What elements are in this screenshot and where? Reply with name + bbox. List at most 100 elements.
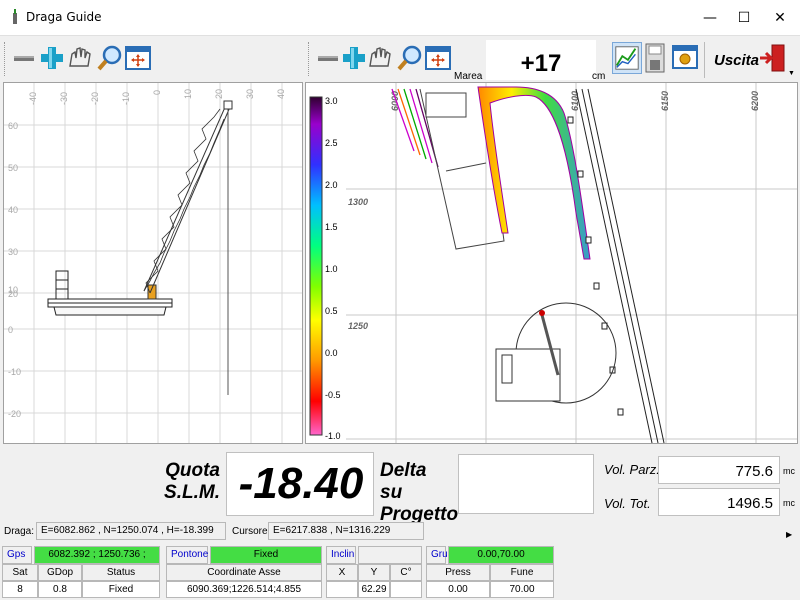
gps-gdop-value: 0.8 — [38, 581, 82, 598]
gru-header-fune: Fune — [490, 564, 554, 581]
vol-tot-display: 1496.5 — [658, 488, 780, 516]
vol-tot-unit: mc — [783, 498, 795, 508]
marea-label: Marea — [454, 71, 483, 82]
magnifier-icon[interactable] — [96, 44, 124, 72]
gps-status-value: Fixed — [82, 581, 160, 598]
draga-value: E=6082.862 , N=1250.074 , H=-18.399 — [36, 522, 226, 540]
cursore-value: E=6217.838 , N=1316.229 — [268, 522, 424, 540]
side-view-canvas[interactable]: -40 -30 -20 -10 0 10 20 30 40 60 50 40 3… — [4, 83, 302, 443]
pontone-value: Fixed — [210, 546, 322, 564]
y-tick: 10 — [8, 285, 18, 295]
marea-value: +17 — [520, 50, 562, 77]
inclin-header-y: Y — [358, 564, 390, 581]
cursore-label: Cursore — [232, 526, 268, 537]
side-view-grid — [4, 83, 302, 443]
main-window: Draga Guide — ☐ ✕ Marea +17 cm Uscita ▼ … — [0, 0, 800, 600]
title-bar: Draga Guide — ☐ ✕ — [0, 0, 800, 36]
scale-label: -0.5 — [325, 390, 341, 400]
quota-value: -18.40 — [238, 459, 364, 508]
plan-view-toolbar: Marea +17 cm Uscita ▼ — [306, 38, 800, 82]
quota-label-line2: S.L.M. — [164, 482, 220, 503]
inclin-y-value: 62.29 — [358, 581, 390, 598]
gps-label: Gps — [2, 546, 32, 564]
dredged-area — [477, 86, 591, 260]
quota-label: Quota S.L.M. — [160, 460, 220, 504]
scale-label: 3.0 — [325, 96, 338, 106]
settings-icon[interactable] — [672, 44, 698, 70]
delta-display — [458, 454, 594, 514]
quota-label-line1: Quota — [165, 460, 220, 481]
delta-label: Delta su Progetto — [380, 460, 458, 526]
coord-asse-header: Coordinate Asse — [166, 564, 322, 581]
plan-view-panel[interactable]: 3.0 2.5 2.0 1.5 1.0 0.5 0.0 -0.5 -1.0 60… — [305, 82, 798, 444]
fit-extent-icon[interactable] — [124, 44, 152, 72]
x-tick: -40 — [28, 92, 38, 105]
color-scale-bar — [309, 96, 323, 436]
magnifier-icon[interactable] — [396, 44, 424, 72]
gps-header-status: Status — [82, 564, 160, 581]
inclin-header-c: C° — [390, 564, 422, 581]
side-view-panel[interactable]: -40 -30 -20 -10 0 10 20 30 40 60 50 40 3… — [3, 82, 303, 444]
gru-press-value: 0.00 — [426, 581, 490, 598]
marea-display: +17 — [486, 40, 596, 80]
side-view-toolbar — [2, 38, 302, 82]
zoom-in-icon[interactable] — [340, 44, 368, 72]
scale-label: 1.5 — [325, 222, 338, 232]
vol-tot-label: Vol. Tot. — [604, 496, 651, 511]
plan-view-canvas[interactable]: 3.0 2.5 2.0 1.5 1.0 0.5 0.0 -0.5 -1.0 60… — [306, 83, 797, 443]
zoom-in-icon[interactable] — [38, 44, 66, 72]
toolbar-dropdown-arrow[interactable]: ▼ — [788, 70, 795, 77]
zoom-out-icon[interactable] — [314, 44, 342, 72]
profile-chart-icon[interactable] — [612, 42, 642, 74]
y-tick: -20 — [8, 409, 21, 419]
x-tick: 30 — [245, 89, 255, 99]
uscita-label[interactable]: Uscita — [714, 52, 759, 69]
quota-display: -18.40 — [226, 452, 374, 516]
gru-label: Gru — [426, 546, 448, 564]
gps-value: 6082.392 ; 1250.736 ; 53.406 — [34, 546, 160, 576]
gru-header-press: Press — [426, 564, 490, 581]
scale-label: 1.0 — [325, 264, 338, 274]
vol-tot-value: 1496.5 — [727, 495, 773, 512]
panel-scroll-arrow[interactable]: ▶ — [786, 530, 792, 539]
pan-hand-icon[interactable] — [366, 44, 394, 72]
gps-header-gdop: GDop — [38, 564, 82, 581]
x-tick: 6150 — [660, 91, 670, 111]
exit-door-icon[interactable] — [758, 42, 786, 74]
inclin-value — [358, 546, 422, 564]
scale-label: 2.0 — [325, 180, 338, 190]
vol-parz-display: 775.6 — [658, 456, 780, 484]
quay-wall — [575, 88, 665, 443]
gru-fune-value: 70.00 — [490, 581, 554, 598]
scale-label: -1.0 — [325, 431, 341, 441]
fit-extent-icon[interactable] — [424, 44, 452, 72]
toolbar-grip[interactable] — [4, 42, 7, 76]
pontone-label: Pontone — [166, 546, 208, 564]
inclin-header-x: X — [326, 564, 358, 581]
coord-asse-value: 6090.369;1226.514;4.855 — [166, 581, 322, 598]
draga-label: Draga: — [4, 526, 35, 537]
scale-label: 2.5 — [325, 138, 338, 148]
y-tick: 40 — [8, 205, 18, 215]
crane-boom — [143, 100, 233, 395]
gru-value: 0.00,70.00 — [448, 546, 554, 564]
minimize-button[interactable]: — — [692, 0, 728, 36]
zoom-out-icon[interactable] — [10, 44, 38, 72]
vol-parz-label: Vol. Parz. — [604, 462, 660, 477]
close-button[interactable]: ✕ — [762, 0, 798, 36]
x-tick: 6200 — [750, 91, 760, 111]
toolbar-grip[interactable] — [308, 42, 311, 76]
pan-hand-icon[interactable] — [66, 44, 94, 72]
toolbar-separator — [704, 42, 705, 78]
x-tick: 0 — [152, 90, 162, 95]
vol-parz-value: 775.6 — [735, 463, 773, 480]
maximize-button[interactable]: ☐ — [726, 0, 762, 36]
save-disk-icon[interactable] — [642, 42, 668, 74]
y-tick: 0 — [8, 325, 13, 335]
delta-label-line1: Delta su — [380, 460, 427, 503]
x-tick: -10 — [121, 92, 131, 105]
y-tick: 30 — [8, 247, 18, 257]
x-tick: -30 — [59, 92, 69, 105]
inclin-x-value — [326, 581, 358, 598]
x-tick: 20 — [214, 89, 224, 99]
